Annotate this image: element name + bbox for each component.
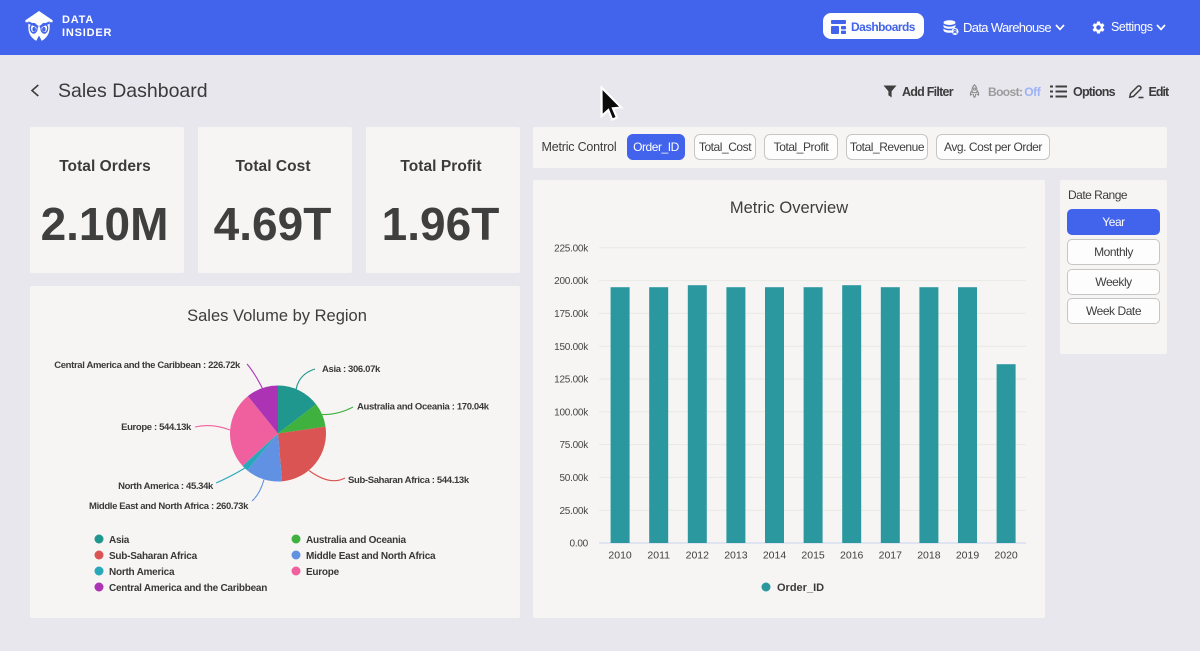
svg-text:Central America and the Caribb: Central America and the Caribbean <box>109 583 267 594</box>
svg-text:2015: 2015 <box>801 550 825 562</box>
svg-text:225.00k: 225.00k <box>554 243 589 254</box>
svg-text:Central America and the Caribb: Central America and the Caribbean : 226.… <box>54 360 241 371</box>
svg-text:25.00k: 25.00k <box>559 506 589 517</box>
svg-text:2016: 2016 <box>840 550 864 562</box>
svg-text:Europe : 544.13k: Europe : 544.13k <box>121 422 192 433</box>
svg-text:2019: 2019 <box>956 550 980 562</box>
svg-text:200.00k: 200.00k <box>554 276 589 287</box>
svg-text:150.00k: 150.00k <box>554 342 589 353</box>
svg-text:0.00: 0.00 <box>570 539 589 550</box>
svg-text:75.00k: 75.00k <box>559 440 589 451</box>
svg-text:100.00k: 100.00k <box>554 407 589 418</box>
svg-text:Order_ID: Order_ID <box>777 582 824 594</box>
svg-text:Australia and Oceania : 170.04: Australia and Oceania : 170.04k <box>357 402 490 413</box>
svg-text:2011: 2011 <box>647 550 670 562</box>
svg-text:Europe: Europe <box>306 567 340 578</box>
svg-text:Asia: Asia <box>109 535 130 546</box>
svg-text:2014: 2014 <box>763 550 787 562</box>
svg-text:Sub-Saharan Africa : 544.13k: Sub-Saharan Africa : 544.13k <box>348 475 470 486</box>
svg-text:2012: 2012 <box>686 550 710 562</box>
svg-text:2017: 2017 <box>879 550 903 562</box>
svg-text:2018: 2018 <box>917 550 941 562</box>
svg-text:2020: 2020 <box>994 550 1018 562</box>
svg-text:Australia and Oceania: Australia and Oceania <box>306 535 406 546</box>
svg-text:Asia : 306.07k: Asia : 306.07k <box>322 364 381 375</box>
svg-text:2010: 2010 <box>608 550 632 562</box>
svg-text:Metric Overview: Metric Overview <box>730 199 848 217</box>
svg-text:50.00k: 50.00k <box>559 473 589 484</box>
svg-text:Middle East and North Africa :: Middle East and North Africa : 260.73k <box>89 501 249 512</box>
svg-text:Middle East and North Africa: Middle East and North Africa <box>306 551 436 562</box>
svg-text:Sub-Saharan Africa: Sub-Saharan Africa <box>109 551 198 562</box>
svg-text:2013: 2013 <box>724 550 748 562</box>
svg-text:175.00k: 175.00k <box>554 309 589 320</box>
svg-text:North America: North America <box>109 567 175 578</box>
svg-text:North America : 45.34k: North America : 45.34k <box>118 481 214 492</box>
svg-text:125.00k: 125.00k <box>554 375 589 386</box>
